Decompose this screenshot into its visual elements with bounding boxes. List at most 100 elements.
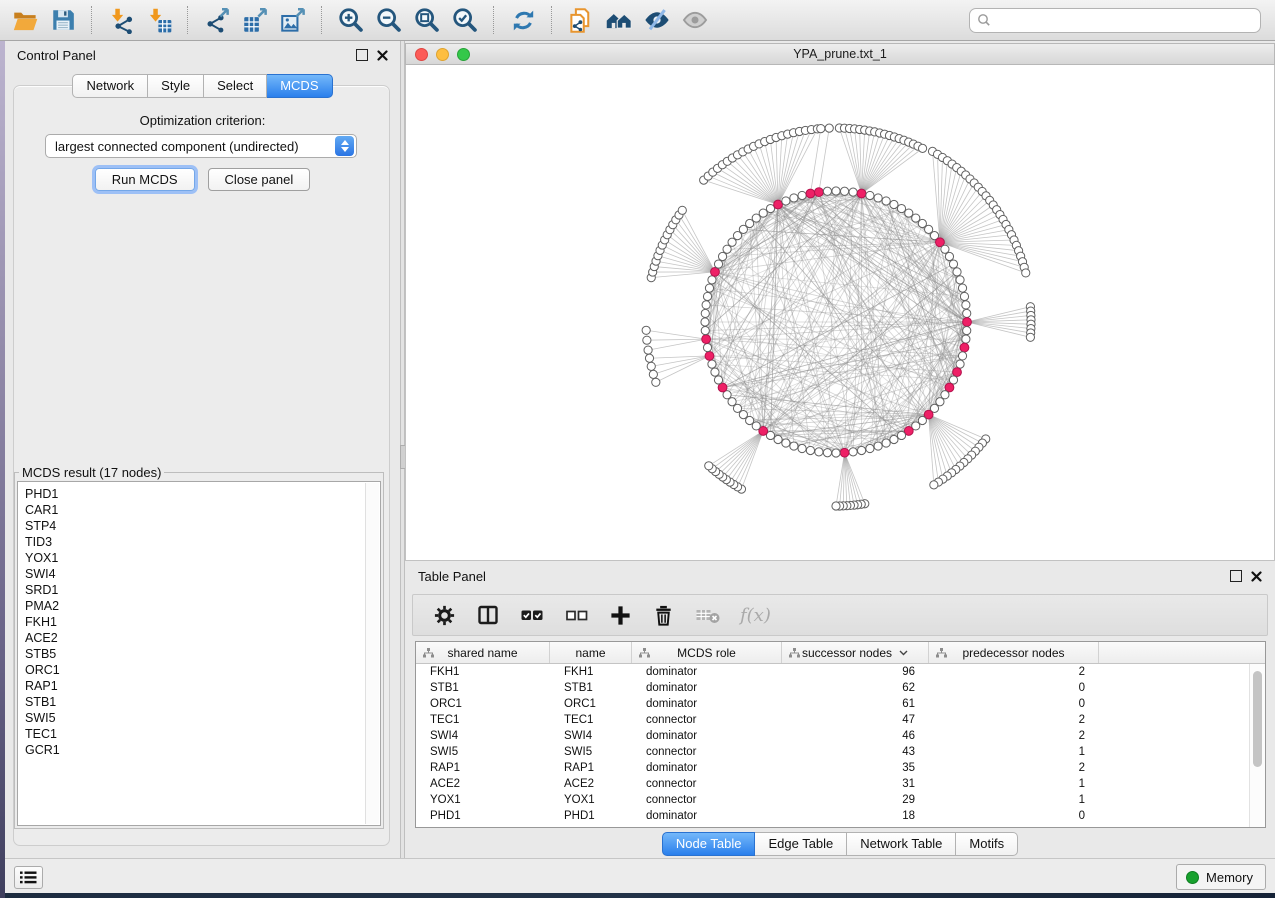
mcds-result-item[interactable]: ORC1 bbox=[25, 662, 380, 678]
tab-edge-table[interactable]: Edge Table bbox=[755, 832, 847, 856]
mcds-result-item[interactable]: YOX1 bbox=[25, 550, 380, 566]
mcds-result-item[interactable]: FKH1 bbox=[25, 614, 380, 630]
mcds-result-item[interactable]: STP4 bbox=[25, 518, 380, 534]
tab-mcds[interactable]: MCDS bbox=[267, 74, 332, 98]
tab-network-table[interactable]: Network Table bbox=[847, 832, 956, 856]
table-row[interactable]: SWI4SWI4dominator462 bbox=[416, 728, 1265, 744]
run-mcds-button[interactable]: Run MCDS bbox=[95, 168, 195, 191]
mcds-result-item[interactable]: SWI5 bbox=[25, 710, 380, 726]
save-session-button[interactable] bbox=[46, 4, 80, 36]
table-cell: RAP1 bbox=[550, 762, 632, 774]
table-row[interactable]: FKH1FKH1dominator962 bbox=[416, 664, 1265, 680]
table-cell: STB1 bbox=[416, 682, 550, 694]
table-row[interactable]: TEC1TEC1connector472 bbox=[416, 712, 1265, 728]
close-panel-button[interactable]: Close panel bbox=[208, 168, 311, 191]
show-panels-button[interactable] bbox=[14, 866, 43, 889]
tab-select[interactable]: Select bbox=[204, 74, 267, 98]
table-scrollbar-thumb[interactable] bbox=[1253, 671, 1262, 767]
table-cell: connector bbox=[632, 714, 782, 726]
close-panel-icon[interactable] bbox=[1251, 571, 1262, 582]
column-header-shared-name[interactable]: shared name bbox=[416, 642, 550, 663]
mcds-result-list[interactable]: PHD1CAR1STP4TID3YOX1SWI4SRD1PMA2FKH1ACE2… bbox=[17, 481, 381, 826]
table-row[interactable]: ORC1ORC1dominator610 bbox=[416, 696, 1265, 712]
mcds-result-item[interactable]: SWI4 bbox=[25, 566, 380, 582]
mcds-result-group: MCDS result (17 nodes) PHD1CAR1STP4TID3Y… bbox=[14, 465, 384, 829]
table-row[interactable]: ACE2ACE2connector311 bbox=[416, 776, 1265, 792]
export-table-button[interactable] bbox=[238, 4, 272, 36]
zoom-fit-button[interactable] bbox=[410, 4, 444, 36]
mcds-result-item[interactable]: PMA2 bbox=[25, 598, 380, 614]
select-all-icon[interactable] bbox=[520, 603, 545, 627]
mcds-result-item[interactable]: ACE2 bbox=[25, 630, 380, 646]
table-row[interactable]: SWI5SWI5connector431 bbox=[416, 744, 1265, 760]
export-image-button[interactable] bbox=[276, 4, 310, 36]
table-row[interactable]: PHD1PHD1dominator180 bbox=[416, 808, 1265, 824]
column-header-mcds-role[interactable]: MCDS role bbox=[632, 642, 782, 663]
first-neighbors-button[interactable] bbox=[602, 4, 636, 36]
delete-row-icon[interactable] bbox=[652, 604, 675, 627]
tab-style[interactable]: Style bbox=[148, 74, 204, 98]
add-row-icon[interactable] bbox=[609, 604, 632, 627]
mcds-result-item[interactable]: CAR1 bbox=[25, 502, 380, 518]
zoom-out-button[interactable] bbox=[372, 4, 406, 36]
control-panel-tabs: Network Style Select MCDS bbox=[5, 74, 400, 98]
table-scrollbar[interactable] bbox=[1249, 664, 1265, 827]
import-network-icon bbox=[108, 7, 135, 34]
float-panel-icon[interactable] bbox=[356, 49, 368, 61]
tab-motifs[interactable]: Motifs bbox=[956, 832, 1018, 856]
show-columns-icon[interactable] bbox=[476, 603, 500, 627]
duplicate-network-button[interactable] bbox=[564, 4, 598, 36]
network-graph[interactable] bbox=[406, 65, 1272, 559]
show-all-button[interactable] bbox=[678, 4, 712, 36]
select-stepper-icon bbox=[335, 136, 354, 156]
toolbar-separator bbox=[91, 6, 93, 34]
mcds-result-item[interactable]: TID3 bbox=[25, 534, 380, 550]
column-header-predecessor-nodes[interactable]: predecessor nodes bbox=[929, 642, 1099, 663]
network-window-titlebar[interactable]: YPA_prune.txt_1 bbox=[405, 43, 1275, 65]
export-network-button[interactable] bbox=[200, 4, 234, 36]
mcds-result-item[interactable]: GCR1 bbox=[25, 742, 380, 758]
mcds-result-item[interactable]: STB5 bbox=[25, 646, 380, 662]
table-cell: 61 bbox=[782, 698, 929, 710]
list-scrollbar[interactable] bbox=[365, 483, 379, 824]
mcds-result-item[interactable]: RAP1 bbox=[25, 678, 380, 694]
table-row[interactable]: RAP1RAP1dominator352 bbox=[416, 760, 1265, 776]
table-cell: STB1 bbox=[550, 682, 632, 694]
table-cell: dominator bbox=[632, 730, 782, 742]
search-box[interactable] bbox=[969, 8, 1261, 33]
mcds-result-item[interactable]: SRD1 bbox=[25, 582, 380, 598]
table-cell: SWI5 bbox=[416, 746, 550, 758]
control-panel: Control Panel Network Style Select MCDS … bbox=[5, 41, 400, 858]
search-input[interactable] bbox=[995, 9, 1260, 31]
memory-button[interactable]: Memory bbox=[1176, 864, 1266, 890]
refresh-button[interactable] bbox=[506, 4, 540, 36]
delete-table-icon[interactable] bbox=[695, 604, 720, 626]
mcds-result-item[interactable]: TEC1 bbox=[25, 726, 380, 742]
column-settings-gear-icon[interactable] bbox=[433, 604, 456, 627]
optimization-criterion-label: Optimization criterion: bbox=[5, 113, 400, 128]
tab-network[interactable]: Network bbox=[72, 74, 148, 98]
close-window-icon[interactable] bbox=[415, 48, 428, 61]
zoom-in-button[interactable] bbox=[334, 4, 368, 36]
tab-node-table[interactable]: Node Table bbox=[662, 832, 756, 856]
import-table-button[interactable] bbox=[142, 4, 176, 36]
mcds-result-item[interactable]: PHD1 bbox=[25, 486, 380, 502]
table-cell: dominator bbox=[632, 810, 782, 822]
table-row[interactable]: STB1STB1dominator620 bbox=[416, 680, 1265, 696]
mcds-result-item[interactable]: STB1 bbox=[25, 694, 380, 710]
network-canvas[interactable] bbox=[405, 65, 1275, 561]
float-panel-icon[interactable] bbox=[1230, 570, 1242, 582]
hide-selected-button[interactable] bbox=[640, 4, 674, 36]
column-header-name[interactable]: name bbox=[550, 642, 632, 663]
import-network-button[interactable] bbox=[104, 4, 138, 36]
criterion-select[interactable]: largest connected component (undirected) bbox=[45, 134, 357, 158]
function-builder-icon[interactable]: f(x) bbox=[740, 605, 771, 626]
minimize-window-icon[interactable] bbox=[436, 48, 449, 61]
deselect-all-icon[interactable] bbox=[565, 603, 589, 627]
table-row[interactable]: YOX1YOX1connector291 bbox=[416, 792, 1265, 808]
column-header-successor-nodes[interactable]: successor nodes bbox=[782, 642, 929, 663]
open-file-button[interactable] bbox=[8, 4, 42, 36]
maximize-window-icon[interactable] bbox=[457, 48, 470, 61]
zoom-selected-button[interactable] bbox=[448, 4, 482, 36]
close-panel-icon[interactable] bbox=[377, 50, 388, 61]
